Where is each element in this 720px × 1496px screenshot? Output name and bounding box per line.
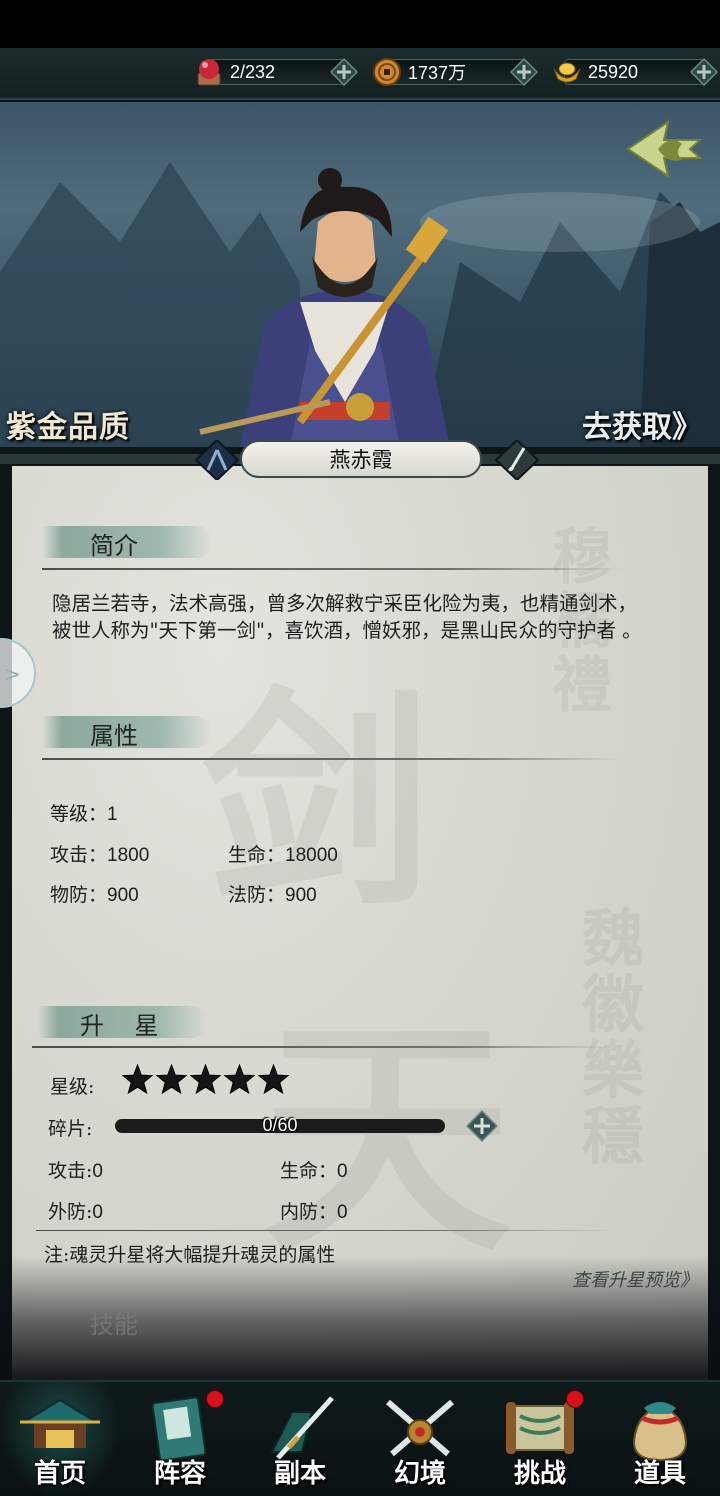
nav-dungeon[interactable]: 副本 <box>240 1382 360 1496</box>
divider <box>36 1230 616 1231</box>
hp-stat: 生命：18000 <box>228 844 338 866</box>
star-icon <box>156 1064 187 1095</box>
resource-stamina: 2/232 <box>194 57 359 87</box>
star-up-note: 注:魂灵升星将大幅提升魂灵的属性 <box>44 1244 336 1266</box>
hero-detail-screen: 2/232 1737万 25920 紫金品质 去获取》 剑 天 穆 橘 禮 魏 … <box>0 0 720 1496</box>
star-inner-defense-stat: 内防：0 <box>280 1201 348 1223</box>
magic-defense-stat: 法防：900 <box>228 884 317 906</box>
ingots-value: 25920 <box>588 61 639 82</box>
status-bar <box>0 0 720 48</box>
chevron-left-icon: > <box>4 662 21 686</box>
star-level-label: 星级: <box>50 1076 95 1098</box>
add-fragment-button[interactable] <box>465 1109 499 1143</box>
star-rating <box>122 1064 289 1095</box>
fragment-progress-bar: 0/60 <box>115 1115 445 1135</box>
hero-description: 隐居兰若寺，法术高强，曾多次解救宁采臣化险为夷，也精通剑术，被世人称为"天下第一… <box>52 592 642 642</box>
divider <box>42 758 622 760</box>
nav-lineup[interactable]: 阵容 <box>120 1382 240 1496</box>
resource-ingots: 25920 <box>552 57 719 87</box>
star-icon <box>190 1064 221 1095</box>
level-stat: 等级：1 <box>50 803 118 825</box>
divider <box>32 1046 612 1048</box>
nav-challenge[interactable]: 挑战 <box>480 1382 600 1496</box>
star-hp-stat: 生命：0 <box>280 1160 348 1182</box>
star-attack-stat: 攻击:0 <box>48 1160 103 1182</box>
add-ingots-button[interactable] <box>689 57 719 87</box>
coins-value: 1737万 <box>408 63 467 83</box>
back-arrow-icon[interactable] <box>624 116 704 182</box>
gold-ingot-icon <box>552 57 582 87</box>
resource-bar: 2/232 1737万 25920 <box>0 48 720 100</box>
add-stamina-button[interactable] <box>329 57 359 87</box>
star-icon <box>258 1064 289 1095</box>
hero-name: 燕赤霞 <box>240 440 482 478</box>
nav-illusion[interactable]: 幻境 <box>360 1382 480 1496</box>
star-icon <box>224 1064 255 1095</box>
hero-name-row: 燕赤霞 <box>0 438 720 482</box>
faction-human-icon <box>194 438 240 482</box>
resource-coins: 1737万 <box>372 57 539 87</box>
star-outer-defense-stat: 外防:0 <box>48 1201 103 1223</box>
attributes-section-title: 属性 <box>42 712 242 750</box>
intro-section-title: 简介 <box>42 522 242 560</box>
star-preview-link[interactable]: 查看升星预览》 <box>572 1266 698 1292</box>
hero-portrait-image <box>0 162 720 447</box>
physical-defense-stat: 物防：900 <box>50 884 139 906</box>
attack-stat: 攻击：1800 <box>50 844 150 866</box>
brush-edit-icon[interactable] <box>494 438 540 482</box>
bottom-nav: 首页 阵容 副本 幻境 挑战 道具 <box>0 1380 720 1496</box>
nav-items[interactable]: 道具 <box>600 1382 720 1496</box>
hero-portrait-area: 紫金品质 去获取》 <box>0 102 720 447</box>
star-icon <box>122 1064 153 1095</box>
add-coins-button[interactable] <box>509 57 539 87</box>
fragment-label: 碎片: <box>48 1118 93 1140</box>
red-orb-icon <box>194 57 224 87</box>
divider <box>42 568 622 570</box>
star-up-section-title: 升 星 <box>38 1002 238 1040</box>
notification-badge <box>566 1390 584 1408</box>
nav-home[interactable]: 首页 <box>0 1382 120 1496</box>
notification-badge <box>206 1390 224 1408</box>
skills-section-title: 技能 <box>90 1311 138 1339</box>
fragment-count: 0/60 <box>262 1115 298 1135</box>
stamina-value: 2/232 <box>230 61 276 82</box>
copper-coin-icon <box>372 57 402 87</box>
